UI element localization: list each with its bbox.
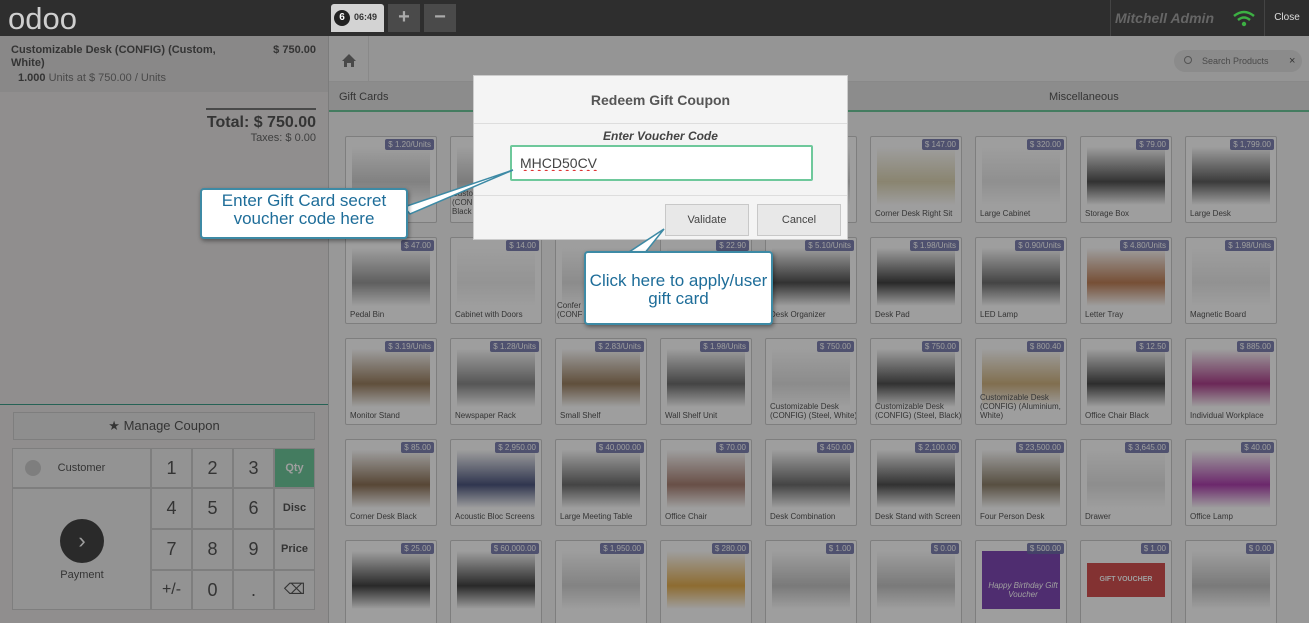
logo-text: odoo: [8, 2, 77, 34]
order-time: 06:49: [354, 12, 378, 22]
cancel-button[interactable]: Cancel: [757, 204, 841, 236]
order-tab[interactable]: 6 06:49: [331, 4, 384, 32]
top-bar: odoo 6 06:49 + − Mitchell Admin Close: [0, 0, 1309, 36]
add-order-button[interactable]: +: [388, 4, 420, 32]
voucher-code-input[interactable]: [510, 145, 813, 181]
odoo-logo: odoo: [8, 2, 77, 34]
voucher-code-label: Enter Voucher Code: [603, 129, 718, 143]
remove-order-button[interactable]: −: [424, 4, 456, 32]
close-button[interactable]: Close: [1264, 0, 1309, 36]
dialog-title: Redeem Gift Coupon: [474, 76, 847, 124]
voucher-hint-callout: Enter Gift Card secret voucher code here: [200, 188, 408, 239]
validate-hint-callout: Click here to apply/user gift card: [584, 251, 773, 325]
cashier-name[interactable]: Mitchell Admin: [1110, 0, 1220, 36]
redeem-gift-coupon-dialog: Redeem Gift Coupon Enter Voucher Code Va…: [473, 75, 848, 240]
wifi-icon: [1233, 10, 1255, 27]
validate-button[interactable]: Validate: [665, 204, 749, 236]
dialog-footer: Validate Cancel: [474, 195, 847, 239]
order-number: 6: [334, 10, 350, 26]
